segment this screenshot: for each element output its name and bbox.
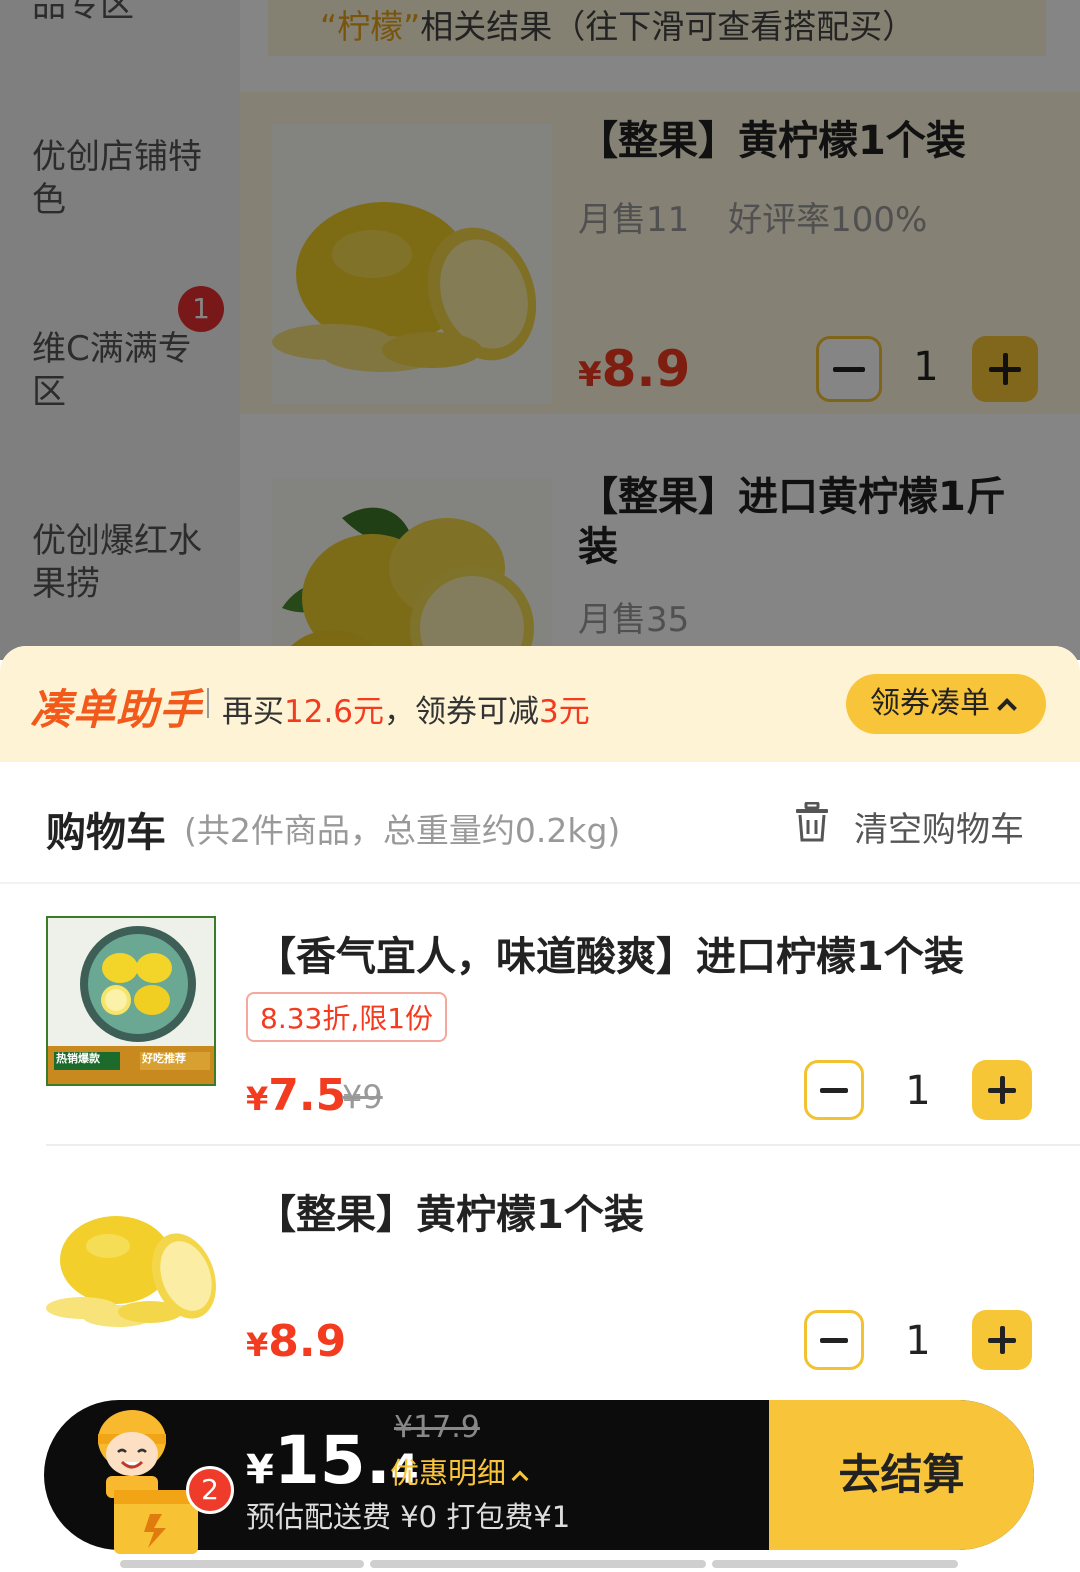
helper-logo: 凑单助手 [30,685,203,734]
minus-icon [820,1337,848,1343]
increase-button[interactable] [972,1310,1032,1370]
decrease-button[interactable] [804,1060,864,1120]
currency-symbol: ¥ [246,1447,274,1493]
minus-icon [820,1087,848,1093]
cart-item-image[interactable]: 热销爆款 好吃推荐 [46,916,216,1086]
price-value: 7.5 [268,1070,347,1121]
scroll-indicator [712,1560,958,1568]
total-integer: 15. [273,1422,391,1499]
helper-amount: 12.6元 [284,694,385,730]
helper-message: 再买12.6元，领券可减3元 [222,686,590,731]
thumb-label-recommend: 好吃推荐 [142,1052,186,1065]
thumb-label-hot: 热销爆款 [56,1052,100,1065]
increase-button[interactable] [972,1060,1032,1120]
chevron-up-icon [997,698,1017,718]
cart-item-title[interactable]: 【整果】黄柠檬1个装 [256,1182,1036,1240]
trash-icon[interactable] [794,802,830,842]
cart-item-price: ¥7.5 [246,1070,346,1121]
plus-icon-stroke [999,1326,1005,1354]
decrease-button[interactable] [804,1310,864,1370]
cart-item-price: ¥8.9 [246,1316,346,1367]
product-list-page: 品专区 优创店铺特色 维C满满专区 1 优创爆红水果捞 “柠檬”相关结果（往下滑… [0,0,1080,660]
discount-detail-label: 优惠明细 [390,1456,507,1490]
discount-tag: 8.33折,限1份 [246,992,448,1042]
cart-item: 【整果】黄柠檬1个装 ¥8.9 1 [0,1146,1080,1396]
original-total: ¥17.9 [394,1410,480,1445]
currency-symbol: ¥ [246,1080,269,1118]
helper-text-middle: ，领券可减 [384,694,540,730]
order-helper-bar: 凑单助手 再买12.6元，领券可减3元 领券凑单 [0,646,1080,762]
helper-text-prefix: 再买 [222,694,284,730]
lemon-image [46,1216,216,1327]
get-coupon-label: 领券凑单 [870,686,990,721]
divider [207,688,209,718]
cart-count-badge: 2 [186,1466,234,1514]
modal-overlay[interactable] [0,0,1080,660]
scroll-indicator [120,1560,364,1568]
cart-item-title[interactable]: 【香气宜人，味道酸爽】进口柠檬1个装 [256,924,1036,982]
helper-discount: 3元 [539,694,590,730]
quantity-value: 1 [905,1318,931,1364]
cart-item: 热销爆款 好吃推荐 【香气宜人，味道酸爽】进口柠檬1个装 8.33折,限1份 ¥… [0,884,1080,1146]
clear-cart-button[interactable]: 清空购物车 [854,802,1024,851]
chevron-up-icon [511,1470,529,1488]
currency-symbol: ¥ [246,1326,269,1364]
fee-info: 预估配送费 ¥0 打包费¥1 [246,1500,571,1534]
plus-icon-stroke [999,1076,1005,1104]
cart-header: 购物车 (共2件商品，总重量约0.2kg) 清空购物车 [0,762,1080,884]
original-price: ¥9 [342,1078,383,1116]
get-coupon-button[interactable]: 领券凑单 [846,674,1046,734]
cart-summary: (共2件商品，总重量约0.2kg) [184,811,621,850]
checkout-button[interactable]: 去结算 [769,1400,1034,1550]
quantity-value: 1 [905,1068,931,1114]
cart-title: 购物车 [46,810,166,856]
price-value: 8.9 [268,1316,347,1367]
discount-detail-button[interactable]: 优惠明细 [390,1450,529,1492]
scroll-indicator [370,1560,706,1568]
cart-item-image[interactable] [46,1180,216,1350]
